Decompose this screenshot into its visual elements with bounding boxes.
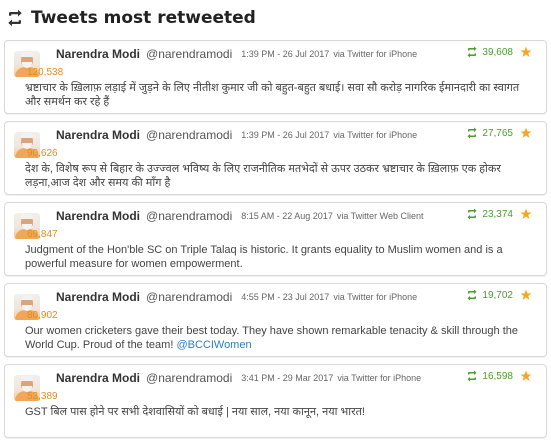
- tweet-card[interactable]: Narendra Modi @narendramodi 1:39 PM - 26…: [4, 121, 547, 195]
- tweet-text: Judgment of the Hon'ble SC on Triple Tal…: [25, 243, 533, 271]
- tweet-mention[interactable]: @BCCIWomen: [176, 339, 251, 351]
- tweet-meta: Narendra Modi @narendramodi 8:15 AM - 22…: [56, 209, 424, 223]
- star-icon: [520, 127, 532, 138]
- author-name[interactable]: Narendra Modi: [56, 128, 140, 142]
- retweet-icon: [467, 370, 477, 382]
- tweet-text: देश के, विशेष रूप से बिहार के उज्ज्वल भव…: [25, 162, 533, 190]
- tweet-text-content: Judgment of the Hon'ble SC on Triple Tal…: [25, 244, 503, 270]
- retweet-icon: [467, 127, 477, 139]
- favorite-count: 69,847: [27, 229, 58, 240]
- tweet-time[interactable]: 1:39 PM - 26 Jul 2017: [241, 49, 329, 59]
- author-handle[interactable]: @narendramodi: [146, 371, 232, 385]
- tweet-source: via Twitter for iPhone: [333, 292, 418, 302]
- retweet-count-group: 16,598: [466, 370, 513, 382]
- tweet-source: via Twitter for iPhone: [337, 373, 422, 383]
- tweet-text-content: Our women cricketers gave their best tod…: [25, 325, 518, 351]
- tweet-card[interactable]: Narendra Modi @narendramodi 3:41 PM - 29…: [4, 364, 547, 438]
- favorite-count: 53,389: [27, 391, 58, 402]
- tweet-source: via Twitter for iPhone: [333, 49, 418, 59]
- author-name[interactable]: Narendra Modi: [56, 290, 140, 304]
- tweet-card[interactable]: Narendra Modi @narendramodi 8:15 AM - 22…: [4, 202, 547, 276]
- author-name[interactable]: Narendra Modi: [56, 47, 140, 61]
- tweet-text-content: भ्रष्टाचार के ख़िलाफ़ लड़ाई में जुड़ने क…: [25, 82, 520, 108]
- tweet-meta: Narendra Modi @narendramodi 1:39 PM - 26…: [56, 47, 417, 61]
- tweet-text-content: देश के, विशेष रूप से बिहार के उज्ज्वल भव…: [25, 163, 501, 189]
- tweet-meta: Narendra Modi @narendramodi 4:55 PM - 23…: [56, 290, 417, 304]
- section-header: Tweets most retweeted: [0, 0, 551, 36]
- tweet-time[interactable]: 4:55 PM - 23 Jul 2017: [241, 292, 329, 302]
- author-name[interactable]: Narendra Modi: [56, 371, 140, 385]
- retweet-count: 23,374: [482, 208, 513, 220]
- retweet-count: 19,702: [482, 289, 513, 301]
- retweet-icon: [467, 46, 477, 58]
- favorite-count: 80,902: [27, 310, 58, 321]
- tweet-meta: Narendra Modi @narendramodi 1:39 PM - 26…: [56, 128, 417, 142]
- tweet-card[interactable]: Narendra Modi @narendramodi 4:55 PM - 23…: [4, 283, 547, 357]
- retweet-count: 27,765: [482, 127, 513, 139]
- tweet-list: Narendra Modi @narendramodi 1:39 PM - 26…: [4, 40, 547, 445]
- tweet-text: Our women cricketers gave their best tod…: [25, 324, 533, 352]
- retweet-count-group: 19,702: [466, 289, 513, 301]
- author-name[interactable]: Narendra Modi: [56, 209, 140, 223]
- favorite-count: 120,538: [27, 67, 64, 78]
- star-icon: [520, 208, 532, 219]
- tweet-card[interactable]: Narendra Modi @narendramodi 1:39 PM - 26…: [4, 40, 547, 114]
- star-icon: [520, 370, 532, 381]
- author-handle[interactable]: @narendramodi: [146, 290, 232, 304]
- star-icon: [520, 46, 532, 57]
- retweet-icon: [467, 289, 477, 301]
- author-handle[interactable]: @narendramodi: [146, 47, 232, 61]
- retweet-count: 39,608: [482, 46, 513, 58]
- tweet-meta: Narendra Modi @narendramodi 3:41 PM - 29…: [56, 371, 421, 385]
- retweet-count: 16,598: [482, 370, 513, 382]
- retweet-icon: [467, 208, 477, 220]
- star-icon: [520, 289, 532, 300]
- retweet-count-group: 27,765: [466, 127, 513, 139]
- tweet-source: via Twitter Web Client: [336, 211, 424, 221]
- author-handle[interactable]: @narendramodi: [146, 209, 232, 223]
- tweet-time[interactable]: 8:15 AM - 22 Aug 2017: [241, 211, 333, 221]
- retweet-count-group: 23,374: [466, 208, 513, 220]
- retweet-icon: [8, 9, 22, 27]
- tweet-text-content: GST बिल पास होने पर सभी देशवासियों को बध…: [25, 406, 365, 418]
- tweet-text: भ्रष्टाचार के ख़िलाफ़ लड़ाई में जुड़ने क…: [25, 81, 533, 109]
- tweet-source: via Twitter for iPhone: [333, 130, 418, 140]
- favorite-count: 90,626: [27, 148, 58, 159]
- tweet-time[interactable]: 1:39 PM - 26 Jul 2017: [241, 130, 329, 140]
- tweet-text: GST बिल पास होने पर सभी देशवासियों को बध…: [25, 405, 533, 419]
- author-handle[interactable]: @narendramodi: [146, 128, 232, 142]
- retweet-count-group: 39,608: [466, 46, 513, 58]
- section-title: Tweets most retweeted: [31, 8, 256, 28]
- tweet-time[interactable]: 3:41 PM - 29 Mar 2017: [241, 373, 333, 383]
